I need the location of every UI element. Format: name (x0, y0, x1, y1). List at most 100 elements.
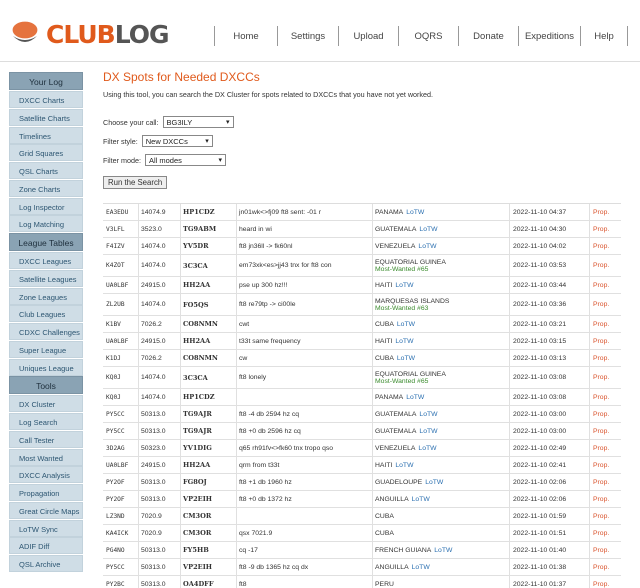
prop-link[interactable]: Prop. (593, 474, 609, 490)
dx-call-cell[interactable]: FY5HB (183, 542, 209, 558)
sidebar-item-dxcc-leagues[interactable]: DXCC Leagues (9, 252, 83, 269)
dx-call-cell[interactable]: VP2EIH (183, 559, 212, 575)
sidebar-item-qsl-archive[interactable]: QSL Archive (9, 555, 83, 572)
lotw-link[interactable]: LoTW (419, 411, 437, 418)
sidebar-item-satellite-charts[interactable]: Satellite Charts (9, 108, 83, 126)
nav-oqrs[interactable]: OQRS (398, 26, 458, 46)
nav-donate[interactable]: Donate (458, 26, 518, 46)
nav-upload[interactable]: Upload (338, 26, 398, 46)
lotw-link[interactable]: LoTW (397, 321, 415, 328)
sidebar-item-great-circle-maps[interactable]: Great Circle Maps (9, 501, 83, 519)
sidebar-item-dxcc-charts[interactable]: DXCC Charts (9, 91, 83, 108)
lotw-link[interactable]: LoTW (412, 496, 430, 503)
sidebar-item-dxcc-analysis[interactable]: DXCC Analysis (9, 466, 83, 484)
nav-expeditions[interactable]: Expeditions (518, 26, 580, 46)
lotw-link[interactable]: LoTW (419, 226, 437, 233)
lotw-link[interactable]: LoTW (397, 355, 415, 362)
prop-link[interactable]: Prop. (593, 204, 609, 220)
prop-link[interactable]: Prop. (593, 576, 609, 588)
prop-link[interactable]: Prop. (593, 423, 609, 439)
sidebar-item-cdxc-challenges[interactable]: CDXC Challenges (9, 323, 83, 340)
dx-call-cell[interactable]: HP1CDZ (183, 204, 215, 220)
prop-link[interactable]: Prop. (593, 440, 609, 456)
prop-link[interactable]: Prop. (593, 508, 609, 524)
lotw-link[interactable]: LoTW (406, 394, 424, 401)
sidebar-item-lotw-sync[interactable]: LoTW Sync (9, 519, 83, 537)
column-divider (589, 389, 590, 405)
sidebar-item-log-search[interactable]: Log Search (9, 413, 83, 430)
dx-call-cell[interactable]: CO8NMN (183, 350, 218, 366)
dx-call-cell[interactable]: YV5DR (183, 238, 209, 254)
sidebar-item-grid-squares[interactable]: Grid Squares (9, 144, 83, 162)
dx-call-cell[interactable]: TG9AJR (183, 406, 212, 422)
lotw-link[interactable]: LoTW (412, 564, 430, 571)
sidebar-item-log-matching[interactable]: Log Matching (9, 215, 83, 233)
dx-call-cell[interactable]: 3C3CA (183, 255, 208, 276)
clublog-logo[interactable]: CLUBLOG (8, 16, 170, 50)
lotw-link[interactable]: LoTW (395, 282, 413, 289)
lotw-link[interactable]: LoTW (434, 547, 452, 554)
lotw-link[interactable]: LoTW (418, 445, 436, 452)
sidebar-item-zone-charts[interactable]: Zone Charts (9, 179, 83, 197)
prop-link[interactable]: Prop. (593, 406, 609, 422)
sidebar-item-club-leagues[interactable]: Club Leagues (9, 305, 83, 323)
prop-link[interactable]: Prop. (593, 491, 609, 507)
sidebar-item-log-inspector[interactable]: Log Inspector (9, 197, 83, 215)
dx-call-cell[interactable]: CO8NMN (183, 316, 218, 332)
prop-link[interactable]: Prop. (593, 559, 609, 575)
lotw-link[interactable]: LoTW (425, 479, 443, 486)
prop-link[interactable]: Prop. (593, 542, 609, 558)
prop-link[interactable]: Prop. (593, 316, 609, 332)
sidebar-item-adif-diff[interactable]: ADIF Diff (9, 537, 83, 555)
nav-home[interactable]: Home (214, 26, 277, 46)
sidebar-item-satellite-leagues[interactable]: Satellite Leagues (9, 269, 83, 287)
prop-link[interactable]: Prop. (593, 389, 609, 405)
prop-link[interactable]: Prop. (593, 294, 609, 315)
dx-call-cell[interactable]: VP2EIH (183, 491, 212, 507)
dx-call-cell[interactable]: CM3OR (183, 525, 211, 541)
lotw-link[interactable]: LoTW (419, 428, 437, 435)
nav-help[interactable]: Help (580, 26, 628, 46)
dx-call-cell[interactable]: 3C3CA (183, 367, 208, 388)
dx-call-cell[interactable]: HH2AA (183, 277, 210, 293)
lotw-link[interactable]: LoTW (406, 209, 424, 216)
prop-link[interactable]: Prop. (593, 255, 609, 276)
dx-call-cell[interactable]: HH2AA (183, 333, 210, 349)
dx-call-cell[interactable]: TG9ABM (183, 221, 216, 237)
dx-call-cell[interactable]: YV1DIG (183, 440, 212, 456)
lotw-link[interactable]: LoTW (418, 243, 436, 250)
nav-settings[interactable]: Settings (277, 26, 338, 46)
sidebar-item-qsl-charts[interactable]: QSL Charts (9, 162, 83, 179)
dx-call-cell[interactable]: FG8OJ (183, 474, 207, 490)
sidebar-item-uniques-league[interactable]: Uniques League (9, 358, 83, 376)
lotw-link[interactable]: LoTW (395, 338, 413, 345)
sidebar-item-propagation[interactable]: Propagation (9, 484, 83, 501)
sidebar-item-timelines[interactable]: Timelines (9, 126, 83, 144)
sidebar-item-call-tester[interactable]: Call Tester (9, 430, 83, 448)
sidebar-item-zone-leagues[interactable]: Zone Leagues (9, 287, 83, 305)
dx-call-cell[interactable]: CM3OR (183, 508, 211, 524)
sidebar-item-super-league[interactable]: Super League (9, 340, 83, 358)
style-select[interactable]: New DXCCs ▾ (141, 135, 213, 147)
dx-call-cell[interactable]: TG9AJR (183, 423, 212, 439)
country-name: GUADELOUPE (375, 478, 423, 486)
dx-call-cell[interactable]: HH2AA (183, 457, 210, 473)
prop-link[interactable]: Prop. (593, 457, 609, 473)
prop-link[interactable]: Prop. (593, 238, 609, 254)
dx-call-cell[interactable]: OA4DFF (183, 576, 214, 588)
dx-call-cell[interactable]: HP1CDZ (183, 389, 215, 405)
prop-link[interactable]: Prop. (593, 277, 609, 293)
prop-link[interactable]: Prop. (593, 221, 609, 237)
sidebar-item-dx-cluster[interactable]: DX Cluster (9, 395, 83, 413)
prop-link[interactable]: Prop. (593, 525, 609, 541)
prop-link[interactable]: Prop. (593, 350, 609, 366)
mode-select[interactable]: All modes ▾ (144, 154, 226, 166)
column-divider (589, 294, 590, 315)
dx-call-cell[interactable]: FO5QS (183, 294, 209, 315)
run-search-button[interactable]: Run the Search (103, 176, 168, 189)
prop-link[interactable]: Prop. (593, 367, 609, 388)
lotw-link[interactable]: LoTW (395, 462, 413, 469)
prop-link[interactable]: Prop. (593, 333, 609, 349)
sidebar-item-most-wanted[interactable]: Most Wanted (9, 448, 83, 466)
call-select[interactable]: BG3ILY ▾ (162, 116, 234, 128)
